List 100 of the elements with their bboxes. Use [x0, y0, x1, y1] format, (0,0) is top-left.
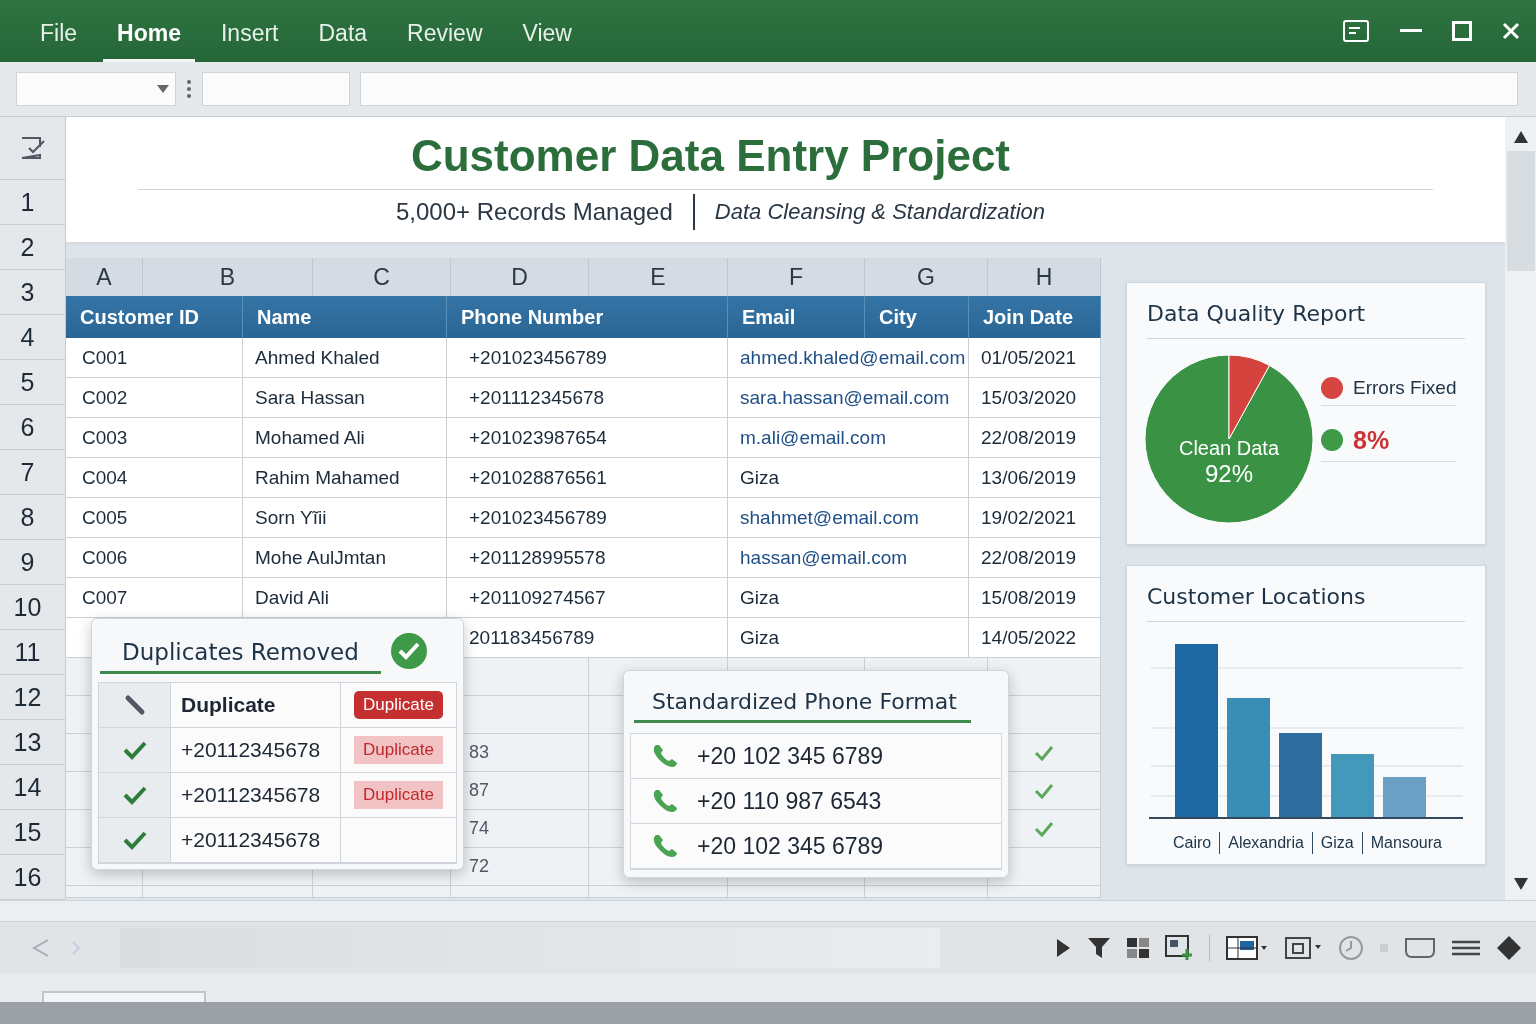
table-cell: 72 — [451, 848, 589, 886]
ribbon-display-icon[interactable] — [1342, 19, 1370, 43]
table-cell: Giza — [728, 458, 969, 498]
scroll-up-icon[interactable] — [1513, 131, 1528, 143]
phone-icon — [651, 833, 679, 859]
table-cell: Giza — [728, 618, 969, 658]
menu-tab[interactable]: Data — [304, 4, 382, 62]
formula-field[interactable] — [360, 72, 1518, 106]
row-number[interactable]: 2 — [0, 225, 65, 270]
email-link[interactable]: sara.hassan@email.com — [740, 386, 950, 409]
phone-number: +20 110 987 6543 — [697, 787, 882, 815]
axis-label: Alexandria — [1228, 834, 1304, 852]
phone-number: +20 102 345 6789 — [697, 832, 884, 860]
row-number[interactable]: 11 — [0, 630, 65, 675]
table-cell: Ahmed Khaled — [243, 338, 447, 378]
column-letter[interactable]: B — [143, 258, 313, 296]
row-number[interactable]: 15 — [0, 810, 65, 855]
popup-title: Duplicates Removed — [100, 627, 381, 674]
table-cell: Sara Hassan — [243, 378, 447, 418]
more-icon[interactable] — [186, 79, 192, 99]
scroll-thumb[interactable] — [1506, 151, 1535, 271]
email-link[interactable]: shahmet@email.com — [740, 506, 919, 529]
tool-icon — [123, 694, 146, 716]
add-sheet-icon[interactable] — [1165, 935, 1193, 961]
row-number[interactable]: 7 — [0, 450, 65, 495]
diamond-icon[interactable] — [1496, 935, 1522, 961]
caret-icon — [157, 85, 169, 93]
menu-tab[interactable]: Insert — [206, 4, 293, 62]
row-number[interactable]: 9 — [0, 540, 65, 585]
table-cell: +20112345678 — [171, 773, 341, 817]
duplicate-tag: Duplicate — [354, 781, 443, 809]
menu-tab[interactable]: Review — [393, 4, 497, 62]
row-number[interactable]: 14 — [0, 765, 65, 810]
email-link[interactable]: m.ali@email.com — [740, 426, 886, 449]
scroll-down-icon[interactable] — [1513, 878, 1528, 890]
row-number[interactable]: 5 — [0, 360, 65, 405]
table-cell: +20112345678 — [171, 728, 341, 772]
column-letter[interactable]: C — [313, 258, 451, 296]
column-letter[interactable]: D — [451, 258, 589, 296]
card-title: Customer Locations — [1147, 584, 1367, 609]
row-number[interactable]: 4 — [0, 315, 65, 360]
row-number[interactable]: 3 — [0, 270, 65, 315]
menu-tab[interactable]: File — [26, 4, 92, 62]
email-link[interactable]: ahmed.khaled@email.com — [740, 346, 966, 369]
table-cell: 22/08/2019 — [969, 538, 1101, 578]
table-cell: 22/08/2019 — [969, 418, 1101, 458]
column-letter[interactable]: E — [589, 258, 728, 296]
phone-number: +20 102 345 6789 — [697, 742, 884, 770]
axis-label: Giza — [1320, 834, 1354, 852]
row-number[interactable]: 12 — [0, 675, 65, 720]
focus-subtitle: Data Cleansing & Standardization — [714, 199, 1046, 225]
table-cell: +20112345678 — [171, 818, 341, 862]
menu-tab[interactable]: View — [508, 4, 586, 62]
table-cell: C006 — [66, 538, 243, 578]
frame-icon[interactable] — [1284, 935, 1322, 961]
axis-label: Mansoura — [1370, 834, 1442, 852]
column-letter[interactable]: G — [865, 258, 988, 296]
table-cell: +201023456789 — [447, 498, 728, 538]
next-icon[interactable] — [70, 939, 82, 957]
table-cell: +201128995578 — [447, 538, 728, 578]
table-layout-icon[interactable] — [1226, 936, 1268, 960]
close-icon[interactable] — [1502, 22, 1520, 40]
grid-icon[interactable] — [1127, 938, 1149, 958]
row-number[interactable]: 8 — [0, 495, 65, 540]
legend-label: Errors Fixed — [1353, 376, 1457, 399]
slice-value: 92% — [1204, 460, 1253, 488]
slice-label: Clean Data — [1178, 437, 1280, 460]
table-cell: Mohe AulJmtan — [243, 538, 447, 578]
table-cell: David Ali — [243, 578, 447, 618]
table-cell: Rahim Mahamed — [243, 458, 447, 498]
email-link[interactable]: hassan@email.com — [740, 546, 908, 569]
row-number[interactable]: 1 — [0, 180, 65, 225]
vertical-scrollbar[interactable] — [1505, 117, 1536, 900]
minimize-icon[interactable] — [1400, 29, 1422, 33]
filter-icon[interactable] — [1087, 937, 1111, 959]
duplicate-tag: Duplicate — [354, 691, 443, 719]
table-cell: +201023456789 — [447, 338, 728, 378]
table-cell: C007 — [66, 578, 243, 618]
duplicate-tag: Duplicate — [354, 736, 443, 764]
maximize-icon[interactable] — [1452, 21, 1472, 41]
table-cell: C005 — [66, 498, 243, 538]
row-number[interactable]: 6 — [0, 405, 65, 450]
play-icon[interactable] — [1055, 938, 1071, 958]
row-number[interactable]: 10 — [0, 585, 65, 630]
table-cell: Giza — [728, 578, 969, 618]
column-letter[interactable]: F — [728, 258, 865, 296]
function-field[interactable] — [202, 72, 350, 106]
name-box[interactable] — [16, 72, 176, 106]
row-number[interactable]: 13 — [0, 720, 65, 765]
clock-icon[interactable] — [1338, 935, 1364, 961]
table-cell: +201112345678 — [447, 378, 728, 418]
sheet-tab[interactable] — [42, 991, 206, 1002]
phone-icon — [651, 788, 679, 814]
column-letter[interactable]: H — [988, 258, 1101, 296]
phone-icon — [651, 743, 679, 769]
display-icon[interactable] — [1404, 937, 1436, 959]
column-letter[interactable]: A — [66, 258, 143, 296]
table-cell: 01/05/2021 — [969, 338, 1101, 378]
records-subtitle: 5,000+ Records Managed — [395, 198, 673, 226]
list-icon[interactable] — [1452, 940, 1480, 956]
